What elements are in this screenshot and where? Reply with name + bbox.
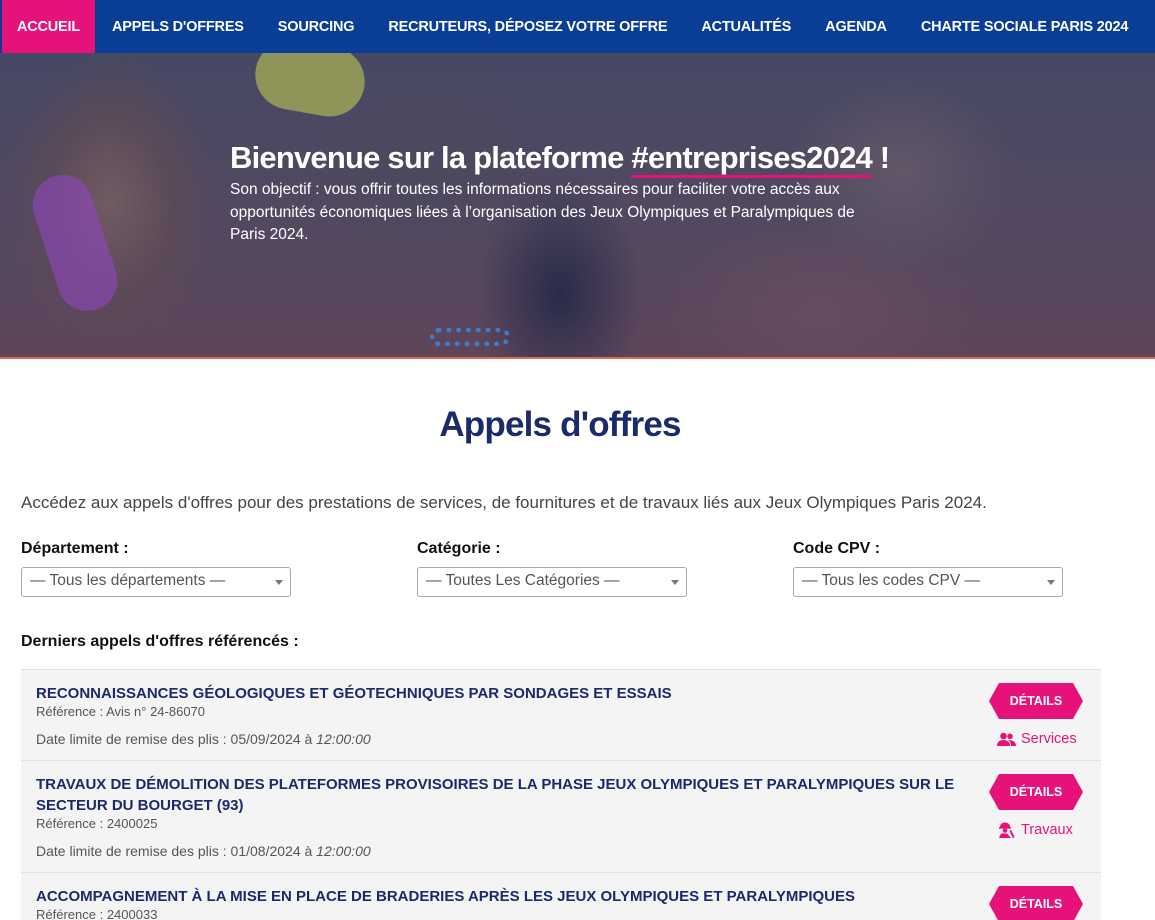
offer-reference: Référence : 2400033 <box>36 907 158 920</box>
offer-category: Travaux <box>997 822 1073 838</box>
hero-title-hashtag: #entreprises2024 <box>631 140 873 178</box>
details-button[interactable]: DÉTAILS <box>989 774 1083 810</box>
category-label: Services <box>1021 731 1077 747</box>
offer-item: TRAVAUX DE DÉMOLITION DES PLATEFORMES PR… <box>21 760 1101 872</box>
hero-divider <box>0 357 1155 359</box>
filter-label: Catégorie : <box>417 540 501 557</box>
hero-text: Bienvenue sur la plateforme #entreprises… <box>230 139 900 247</box>
filter-label: Code CPV : <box>793 540 881 557</box>
code-cpv-select[interactable]: — Tous les codes CPV — <box>793 567 1063 597</box>
deadline-date: 05/09/2024 à <box>230 731 317 747</box>
worker-icon <box>999 822 1015 838</box>
filter-departement: Département : — Tous les départements — <box>21 540 291 597</box>
list-heading: Derniers appels d'offres référencés : <box>21 633 299 650</box>
hero-title-suffix: ! <box>871 140 890 175</box>
hero-photo-detail <box>430 328 510 346</box>
deadline-time: 12:00:00 <box>316 843 371 859</box>
section-intro: Accédez aux appels d'offres pour des pre… <box>21 493 987 512</box>
offer-title[interactable]: RECONNAISSANCES GÉOLOGIQUES ET GÉOTECHNI… <box>36 683 976 704</box>
nav-item-actualites[interactable]: ACTUALITÉS <box>684 0 808 53</box>
hero-photo-detail <box>249 53 371 123</box>
categorie-select[interactable]: — Toutes Les Catégories — <box>417 567 687 597</box>
hero-photo-detail <box>24 167 126 319</box>
nav-item-recruteurs[interactable]: RECRUTEURS, DÉPOSEZ VOTRE OFFRE <box>371 0 684 53</box>
caret-down-icon <box>275 580 283 585</box>
nav-item-sourcing[interactable]: SOURCING <box>261 0 372 53</box>
hero-title: Bienvenue sur la plateforme #entreprises… <box>230 139 900 178</box>
deadline-date: 01/08/2024 à <box>230 843 317 859</box>
nav-item-accueil[interactable]: ACCUEIL <box>2 0 95 53</box>
details-button[interactable]: DÉTAILS <box>989 886 1083 920</box>
details-button[interactable]: DÉTAILS <box>989 683 1083 719</box>
offer-deadline: Date limite de remise des plis : 05/09/2… <box>36 731 371 747</box>
offer-item: ACCOMPAGNEMENT À LA MISE EN PLACE DE BRA… <box>21 872 1101 920</box>
select-value: — Toutes Les Catégories — <box>426 572 620 589</box>
nav-item-agenda[interactable]: AGENDA <box>808 0 904 53</box>
hero-subtitle: Son objectif : vous offrir toutes les in… <box>230 181 855 243</box>
users-icon <box>997 732 1016 746</box>
nav-item-charte-sociale[interactable]: CHARTE SOCIALE PARIS 2024 <box>904 0 1145 53</box>
select-value: — Tous les codes CPV — <box>802 572 981 589</box>
hero-title-prefix: Bienvenue sur la plateforme <box>230 140 632 175</box>
main-nav: ACCUEIL APPELS D'OFFRES SOURCING RECRUTE… <box>0 0 1155 53</box>
offer-category: Services <box>997 731 1077 747</box>
offer-item: RECONNAISSANCES GÉOLOGIQUES ET GÉOTECHNI… <box>21 669 1101 760</box>
filter-label: Département : <box>21 540 129 557</box>
caret-down-icon <box>1047 580 1055 585</box>
deadline-prefix: Date limite de remise des plis : <box>36 731 231 747</box>
caret-down-icon <box>671 580 679 585</box>
offer-title[interactable]: TRAVAUX DE DÉMOLITION DES PLATEFORMES PR… <box>36 774 976 816</box>
hero-banner: Bienvenue sur la plateforme #entreprises… <box>0 53 1155 359</box>
offer-reference: Référence : 2400025 <box>36 816 158 831</box>
offer-title[interactable]: ACCOMPAGNEMENT À LA MISE EN PLACE DE BRA… <box>36 886 976 907</box>
filter-code-cpv: Code CPV : — Tous les codes CPV — <box>793 540 1063 597</box>
offer-reference: Référence : Avis n° 24-86070 <box>36 704 206 719</box>
deadline-time: 12:00:00 <box>316 731 371 747</box>
departement-select[interactable]: — Tous les départements — <box>21 567 291 597</box>
offer-deadline: Date limite de remise des plis : 01/08/2… <box>36 843 371 859</box>
select-value: — Tous les départements — <box>30 572 226 589</box>
filter-categorie: Catégorie : — Toutes Les Catégories — <box>417 540 687 597</box>
category-label: Travaux <box>1021 822 1073 838</box>
deadline-prefix: Date limite de remise des plis : <box>36 843 231 859</box>
section-title: Appels d'offres <box>439 405 681 444</box>
nav-item-appels-offres[interactable]: APPELS D'OFFRES <box>95 0 261 53</box>
